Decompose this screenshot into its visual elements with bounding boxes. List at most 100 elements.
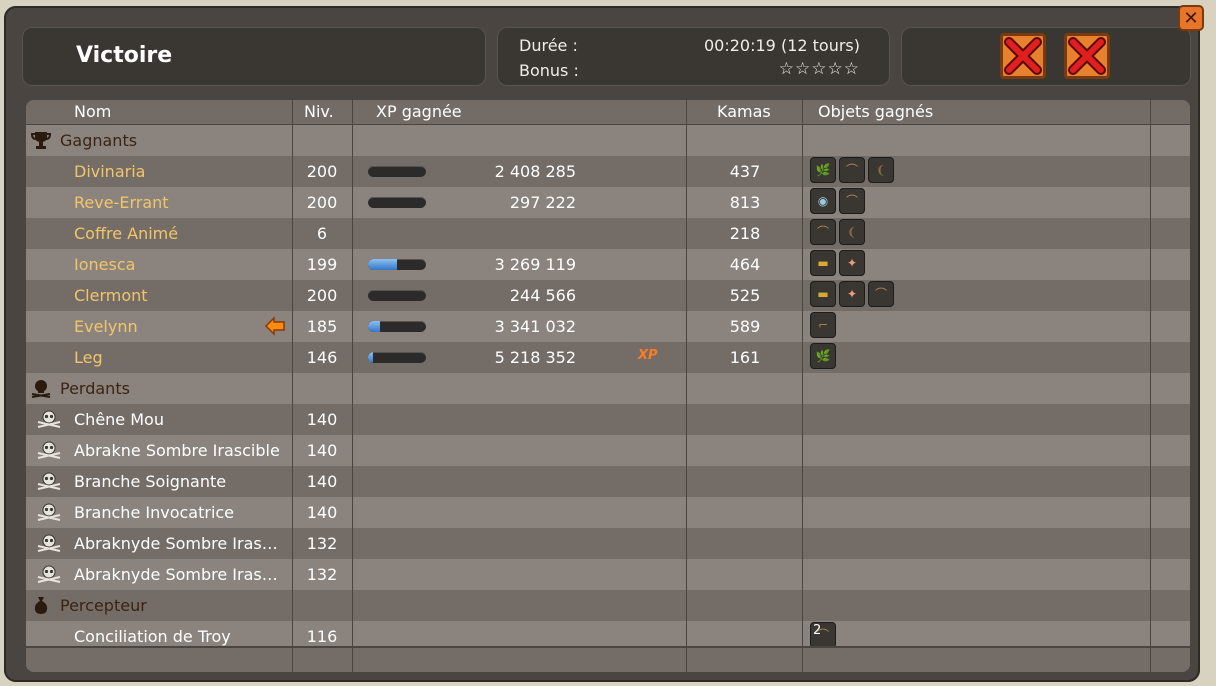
monster-level: 140	[306, 472, 338, 491]
col-level: Niv.	[304, 102, 334, 121]
xp-progress-bar	[368, 321, 426, 332]
skull-icon	[36, 472, 62, 494]
arrow-left-icon	[264, 315, 286, 337]
table-row[interactable]: Abraknyde Sombre Iras… 132	[26, 528, 1190, 559]
skull-crossbones-icon	[30, 378, 52, 398]
monster-name: Abrakne Sombre Irascible	[74, 441, 280, 460]
player-name: Evelynn	[74, 317, 138, 336]
col-divider	[802, 100, 803, 672]
section-title: Perdants	[60, 379, 130, 398]
close-icon: ✕	[1183, 8, 1199, 29]
actions-panel	[901, 27, 1191, 86]
xp-bonus-icon: XP	[638, 348, 658, 363]
table-row[interactable]: Branche Soignante 140	[26, 466, 1190, 497]
red-cross-icon	[1004, 37, 1042, 75]
section-title: Percepteur	[60, 596, 147, 615]
table-row[interactable]: Clermont 200 244 566 525 ▬ ✦ ⌒	[26, 280, 1190, 311]
table-header: Nom Niv. XP gagnée Kamas Objets gagnés	[26, 100, 1190, 125]
branch-icon[interactable]: ⌒	[810, 219, 836, 245]
skull-icon	[36, 503, 62, 525]
window-close-button[interactable]: ✕	[1178, 5, 1204, 31]
table-row[interactable]: Abraknyde Sombre Iras… 132	[26, 559, 1190, 590]
collector-name: Conciliation de Troy	[74, 627, 231, 646]
player-name: Reve-Errant	[74, 193, 169, 212]
xp-gained: 2 408 285	[494, 162, 576, 181]
close-button-2[interactable]	[1064, 33, 1110, 79]
table-row[interactable]: Coffre Animé 6 218 ⌒ ❨	[26, 218, 1190, 249]
pouch-icon	[30, 595, 52, 615]
col-xp: XP gagnée	[376, 102, 462, 121]
fight-result-window: Victoire Durée : 00:20:19 (12 tours) Bon…	[4, 6, 1200, 682]
player-name: Coffre Animé	[74, 224, 179, 243]
col-divider	[292, 100, 293, 672]
kamas-gained: 218	[729, 224, 761, 243]
monster-level: 140	[306, 503, 338, 522]
monster-level: 132	[306, 565, 338, 584]
player-level: 185	[306, 317, 338, 336]
xp-gained: 3 269 119	[494, 255, 576, 274]
xp-progress-bar	[368, 290, 426, 301]
xp-progress-fill	[368, 352, 373, 363]
col-name: Nom	[74, 102, 112, 121]
won-items: ⌒ ❨	[810, 219, 868, 247]
table-row[interactable]: Branche Invocatrice 140	[26, 497, 1190, 528]
won-items: ▬ ✦	[810, 250, 868, 278]
branch-icon[interactable]: ⌒ 2	[810, 622, 836, 648]
results-table: Nom Niv. XP gagnée Kamas Objets gagnés G…	[26, 100, 1190, 672]
branch-icon[interactable]: ⌒	[839, 188, 865, 214]
section-title: Gagnants	[60, 131, 138, 150]
xp-progress-fill	[368, 321, 380, 332]
duration-label: Durée :	[519, 36, 578, 55]
won-items: 🌿 ⌒ ❨	[810, 157, 897, 185]
candy-icon[interactable]: ✦	[839, 281, 865, 307]
table-row[interactable]: Chêne Mou 140	[26, 404, 1190, 435]
skull-icon	[36, 565, 62, 587]
monster-level: 140	[306, 441, 338, 460]
bark-icon[interactable]: ❨	[868, 157, 894, 183]
player-name: Leg	[74, 348, 103, 367]
won-items: ◉ ⌒	[810, 188, 868, 216]
col-kamas: Kamas	[717, 102, 771, 121]
page-title: Victoire	[76, 43, 173, 68]
xp-gained: 244 566	[509, 286, 576, 305]
skull-icon	[36, 441, 62, 463]
xp-gained: 5 218 352	[494, 348, 576, 367]
orb-icon[interactable]: ◉	[810, 188, 836, 214]
xp-gained: 297 222	[509, 193, 576, 212]
bonus-stars: ☆☆☆☆☆	[778, 59, 860, 79]
table-row[interactable]: Evelynn 185 3 341 032 589 ⌐	[26, 311, 1190, 342]
section-row[interactable]: Perdants	[26, 373, 1190, 404]
log-icon[interactable]: ▬	[810, 281, 836, 307]
branch-icon[interactable]: ⌒	[868, 281, 894, 307]
table-row[interactable]: Leg 146 5 218 352 161 XP 🌿	[26, 342, 1190, 373]
table-row[interactable]: Reve-Errant 200 297 222 813 ◉ ⌒	[26, 187, 1190, 218]
twig-icon[interactable]: ⌐	[810, 312, 836, 338]
section-row[interactable]: Gagnants	[26, 125, 1190, 156]
leaf-icon[interactable]: 🌿	[810, 343, 836, 369]
player-level: 6	[316, 224, 328, 243]
kamas-gained: 813	[729, 193, 761, 212]
xp-progress-bar	[368, 352, 426, 363]
close-button-1[interactable]	[1000, 33, 1046, 79]
monster-name: Abraknyde Sombre Iras…	[74, 565, 278, 584]
monster-level: 140	[306, 410, 338, 429]
item-count: 2	[813, 623, 822, 638]
branch-icon[interactable]: ⌒	[839, 157, 865, 183]
section-row[interactable]: Percepteur	[26, 590, 1190, 621]
duration-value: 00:20:19 (12 tours)	[704, 36, 860, 55]
kamas-gained: 161	[729, 348, 761, 367]
table-row[interactable]: Divinaria 200 2 408 285 437 🌿 ⌒ ❨	[26, 156, 1190, 187]
col-divider	[686, 100, 687, 672]
candy-icon[interactable]: ✦	[839, 250, 865, 276]
skull-icon	[36, 534, 62, 556]
xp-progress-bar	[368, 166, 426, 177]
player-name: Divinaria	[74, 162, 146, 181]
table-footer	[26, 646, 1190, 672]
leaf-icon[interactable]: 🌿	[810, 157, 836, 183]
table-row[interactable]: Abrakne Sombre Irascible 140	[26, 435, 1190, 466]
kamas-gained: 464	[729, 255, 761, 274]
log-icon[interactable]: ▬	[810, 250, 836, 276]
bark-icon[interactable]: ❨	[839, 219, 865, 245]
kamas-gained: 525	[729, 286, 761, 305]
table-row[interactable]: Ionesca 199 3 269 119 464 ▬ ✦	[26, 249, 1190, 280]
